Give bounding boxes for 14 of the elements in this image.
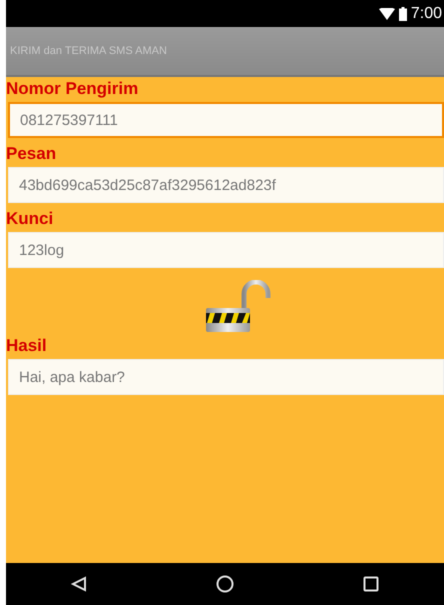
field-label: Nomor Pengirim bbox=[6, 79, 138, 99]
back-icon[interactable] bbox=[70, 576, 87, 592]
field-label: Hasil bbox=[6, 336, 47, 356]
text-field[interactable]: 123log bbox=[8, 232, 444, 268]
overview-icon[interactable] bbox=[363, 576, 380, 592]
text-field[interactable]: 081275397111 bbox=[8, 102, 444, 138]
text-field[interactable]: 43bd699ca53d25c87af3295612ad823f bbox=[8, 167, 444, 203]
field-label: Pesan bbox=[6, 144, 56, 164]
field-label: Kunci bbox=[6, 209, 54, 229]
status-time: 7:00 bbox=[410, 4, 442, 22]
home-icon[interactable] bbox=[216, 575, 234, 593]
wifi-icon bbox=[378, 8, 395, 20]
battery-icon bbox=[398, 6, 407, 20]
text-field[interactable]: Hai, apa kabar? bbox=[8, 359, 444, 395]
